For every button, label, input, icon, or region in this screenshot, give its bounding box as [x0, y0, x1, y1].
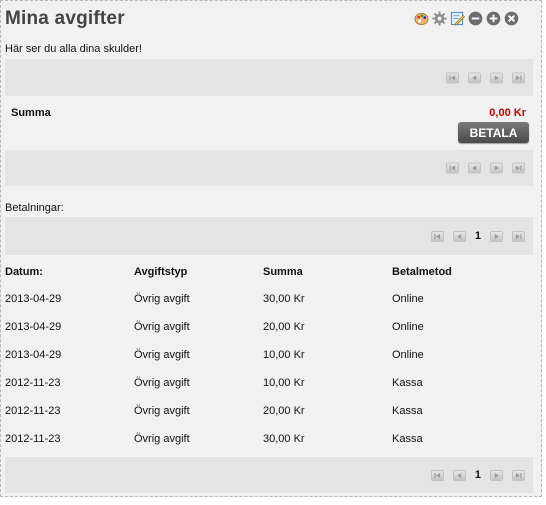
pay-button[interactable]: BETALA: [458, 122, 529, 143]
first-page-button[interactable]: [446, 162, 459, 174]
payments-table: Datum: Avgiftstyp Summa Betalmetod 2013-…: [5, 259, 525, 453]
cell-amount: 30,00 Kr: [263, 433, 305, 445]
prev-page-button[interactable]: [452, 230, 466, 242]
payments-pager-bar-top: 1: [5, 217, 533, 255]
edit-icon[interactable]: [450, 11, 465, 26]
minimize-icon[interactable]: [468, 11, 483, 26]
debts-pager-bar-top: [5, 59, 533, 96]
page-number: 1: [474, 469, 481, 481]
debts-pager-bar-bottom: [5, 150, 533, 186]
cell-date: 2012-11-23: [5, 377, 61, 389]
first-page-button[interactable]: [430, 469, 444, 481]
prev-page-button[interactable]: [452, 469, 466, 481]
debts-pager-bottom: [446, 162, 525, 174]
payments-pager-bar-bottom: 1: [5, 457, 533, 493]
fees-widget: Mina avgifter Här ser du alla dina skuld…: [0, 0, 542, 497]
next-page-button[interactable]: [490, 469, 503, 481]
cell-fee-type: Övrig avgift: [134, 349, 190, 361]
table-row: 2013-04-29 Övrig avgift 20,00 Kr Online: [5, 313, 525, 341]
column-header-amount: Summa: [263, 266, 303, 278]
first-page-button[interactable]: [430, 230, 444, 242]
payments-label: Betalningar:: [5, 202, 64, 214]
cell-date: 2012-11-23: [5, 433, 61, 445]
last-page-button[interactable]: [512, 72, 525, 83]
table-row: 2012-11-23 Övrig avgift 20,00 Kr Kassa: [5, 397, 525, 425]
cell-payment-method: Kassa: [392, 433, 423, 445]
next-page-button[interactable]: [490, 72, 503, 83]
table-header: Datum: Avgiftstyp Summa Betalmetod: [5, 259, 525, 285]
cell-amount: 10,00 Kr: [263, 349, 305, 361]
table-row: 2012-11-23 Övrig avgift 30,00 Kr Kassa: [5, 425, 525, 453]
cell-fee-type: Övrig avgift: [134, 433, 190, 445]
cell-fee-type: Övrig avgift: [134, 377, 190, 389]
widget-title: Mina avgifter: [5, 8, 125, 29]
cell-fee-type: Övrig avgift: [134, 405, 190, 417]
cell-date: 2013-04-29: [5, 321, 62, 333]
prev-page-button[interactable]: [468, 162, 481, 174]
cell-date: 2013-04-29: [5, 293, 62, 305]
last-page-button[interactable]: [512, 469, 525, 481]
next-page-button[interactable]: [490, 162, 503, 174]
summa-label: Summa: [11, 107, 51, 119]
gear-icon[interactable]: [432, 11, 447, 26]
table-row: 2013-04-29 Övrig avgift 30,00 Kr Online: [5, 285, 525, 313]
add-icon[interactable]: [486, 11, 501, 26]
table-row: 2012-11-23 Övrig avgift 10,00 Kr Kassa: [5, 369, 525, 397]
cell-amount: 10,00 Kr: [263, 377, 305, 389]
cell-amount: 30,00 Kr: [263, 293, 305, 305]
debts-intro-text: Här ser du alla dina skulder!: [5, 43, 142, 55]
table-row: 2013-04-29 Övrig avgift 10,00 Kr Online: [5, 341, 525, 369]
palette-icon[interactable]: [414, 11, 429, 26]
cell-amount: 20,00 Kr: [263, 405, 305, 417]
cell-date: 2012-11-23: [5, 405, 61, 417]
cell-fee-type: Övrig avgift: [134, 321, 190, 333]
column-header-fee-type: Avgiftstyp: [134, 266, 188, 278]
prev-page-button[interactable]: [468, 72, 481, 83]
column-header-payment-method: Betalmetod: [392, 266, 452, 278]
cell-amount: 20,00 Kr: [263, 321, 305, 333]
cell-payment-method: Online: [392, 293, 424, 305]
payments-pager-bottom: 1: [430, 469, 525, 481]
column-header-date: Datum:: [5, 266, 43, 278]
last-page-button[interactable]: [512, 162, 525, 174]
widget-toolbar: [414, 11, 519, 26]
summa-value: 0,00 Kr: [489, 107, 526, 119]
last-page-button[interactable]: [512, 230, 525, 242]
close-icon[interactable]: [504, 11, 519, 26]
page-number: 1: [474, 230, 481, 242]
cell-payment-method: Online: [392, 349, 424, 361]
cell-payment-method: Kassa: [392, 377, 423, 389]
cell-payment-method: Kassa: [392, 405, 423, 417]
cell-fee-type: Övrig avgift: [134, 293, 190, 305]
cell-payment-method: Online: [392, 321, 424, 333]
next-page-button[interactable]: [490, 230, 503, 242]
cell-date: 2013-04-29: [5, 349, 62, 361]
debts-pager-top: [446, 72, 525, 83]
payments-pager-top: 1: [430, 230, 525, 242]
first-page-button[interactable]: [446, 72, 459, 83]
